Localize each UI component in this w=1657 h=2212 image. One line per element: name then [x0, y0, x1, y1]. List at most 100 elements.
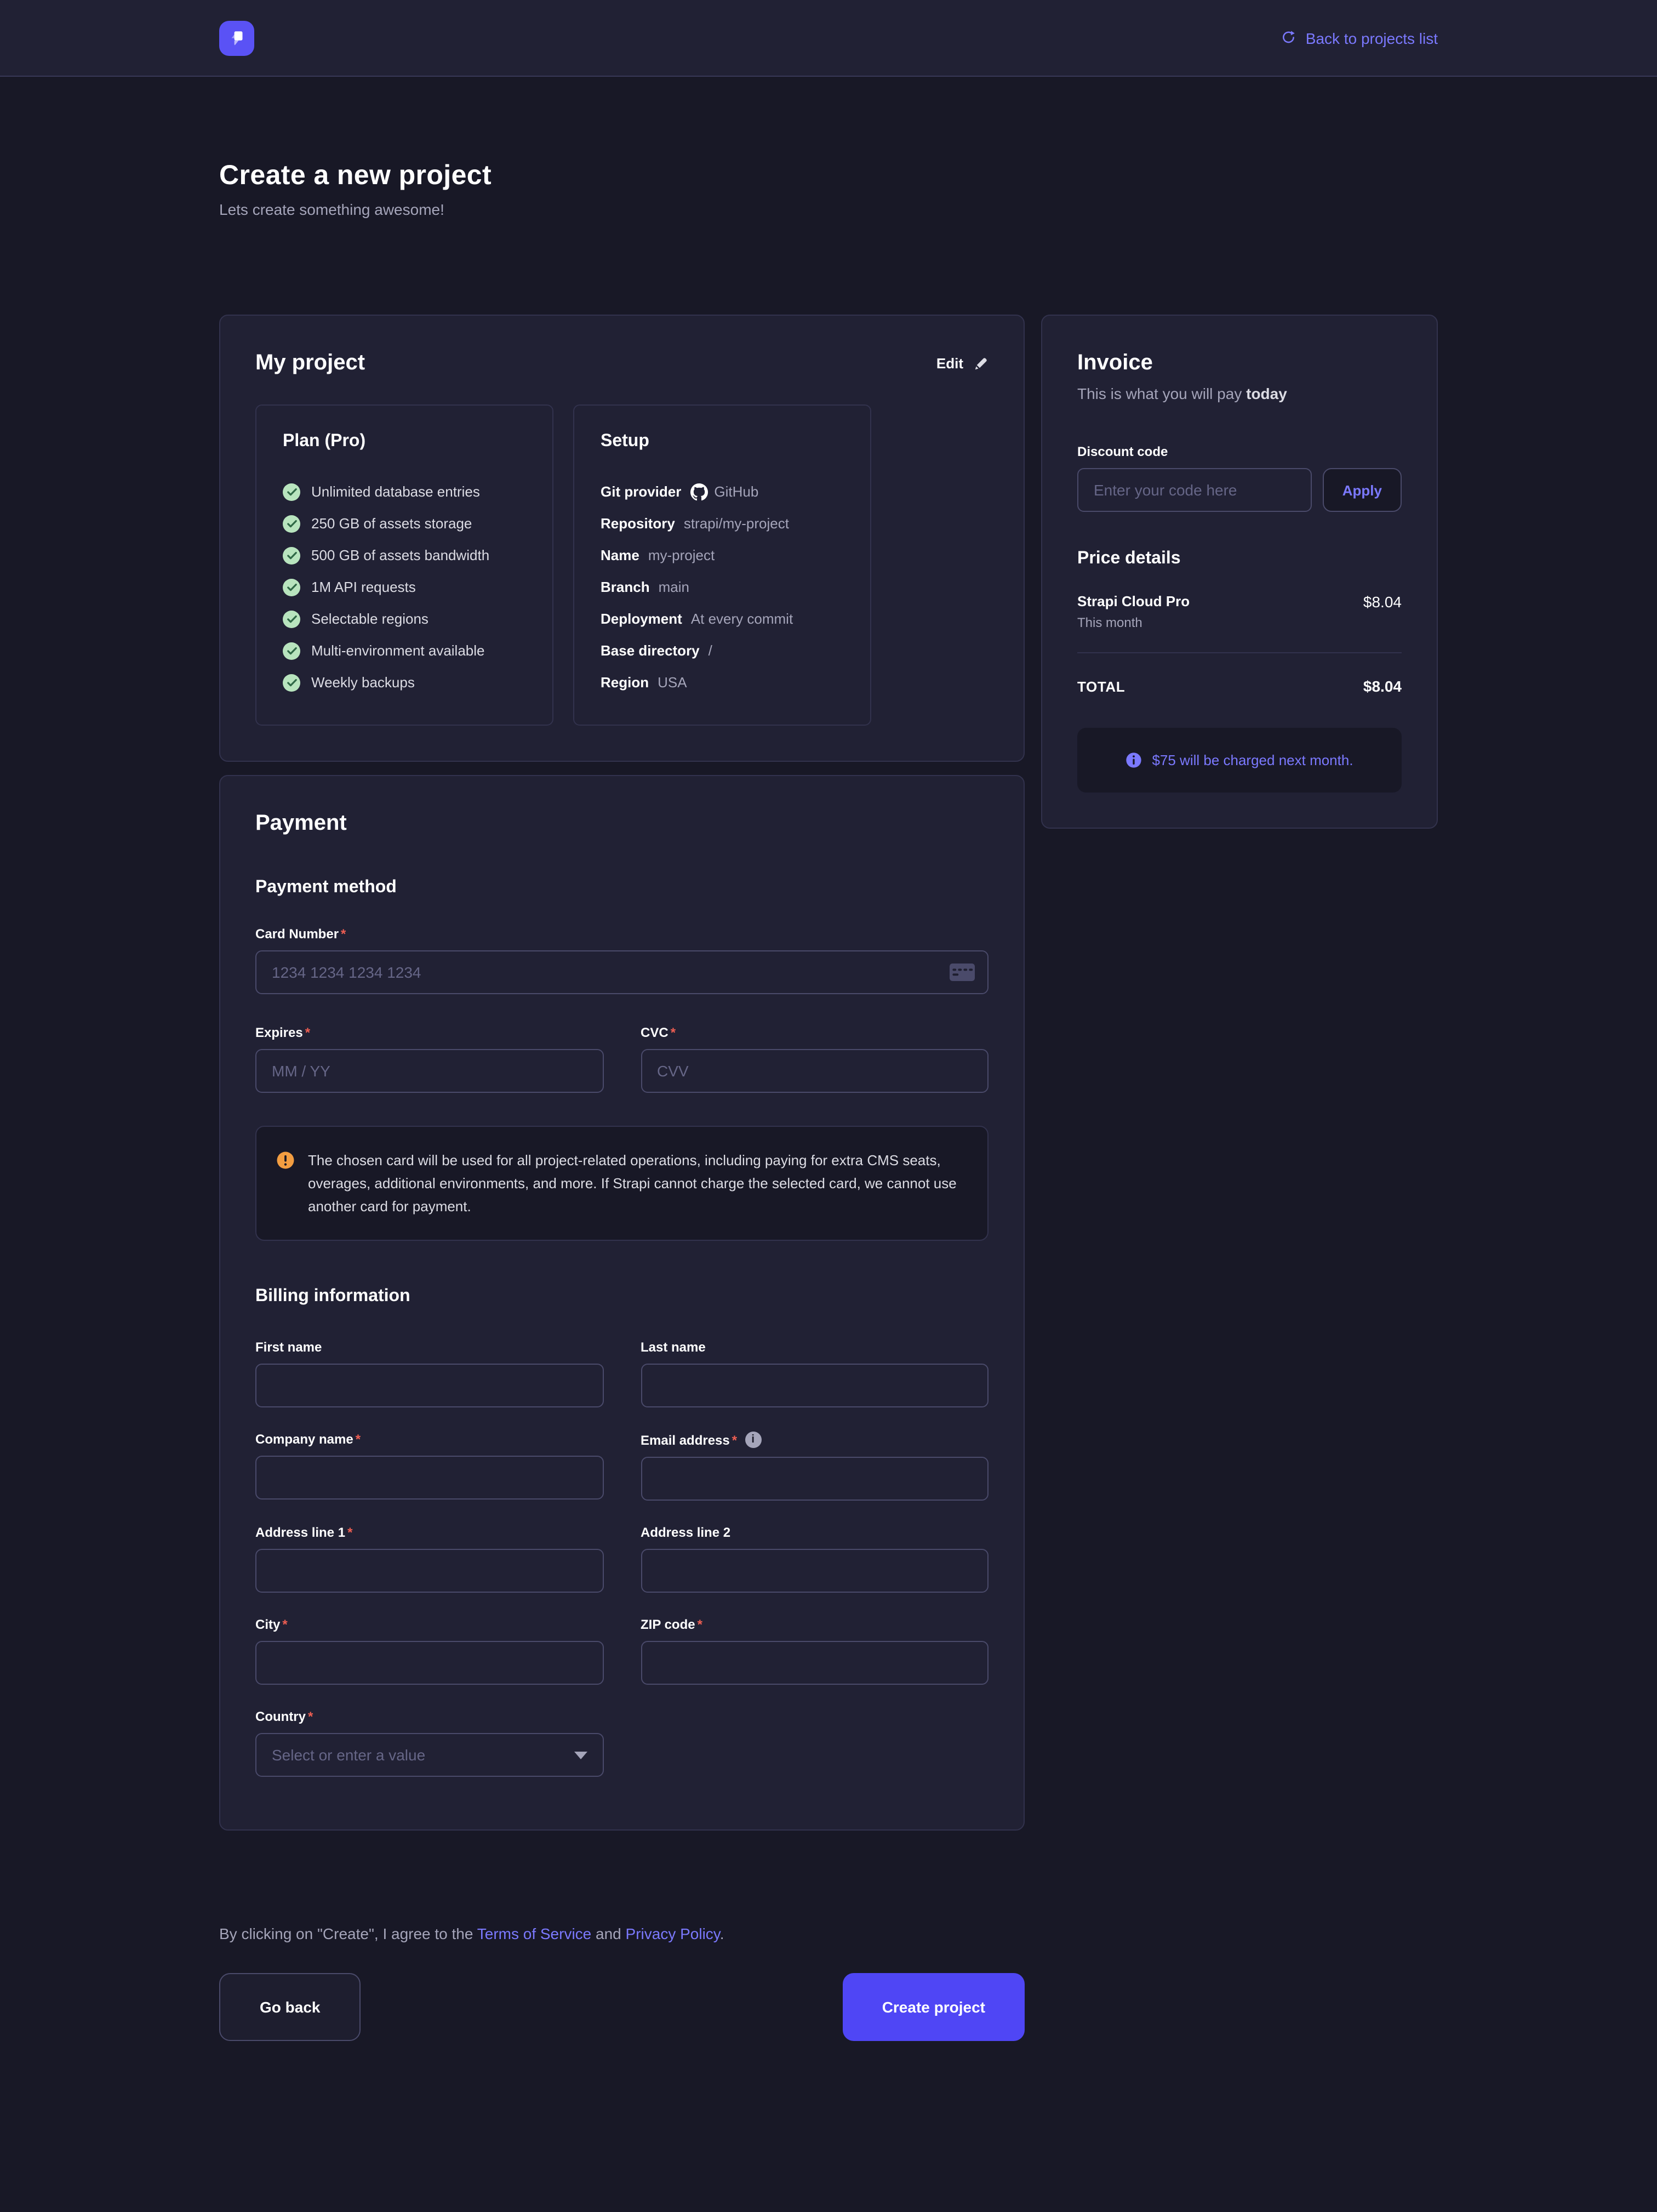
invoice-subtitle-emphasis: today: [1246, 385, 1287, 402]
price-details-title: Price details: [1077, 549, 1402, 569]
city-input[interactable]: [255, 1641, 603, 1685]
city-field: City*: [255, 1617, 603, 1685]
setup-value: my-project: [648, 547, 715, 563]
address-line2-input[interactable]: [641, 1549, 989, 1593]
terms-of-service-link[interactable]: Terms of Service: [477, 1925, 592, 1942]
check-icon: [283, 515, 300, 532]
agreement-text: By clicking on "Create", I agree to the …: [219, 1925, 1025, 1942]
next-month-note-text: $75 will be charged next month.: [1152, 752, 1353, 768]
city-label: City: [255, 1617, 280, 1632]
company-name-label: Company name: [255, 1432, 353, 1447]
create-project-button[interactable]: Create project: [843, 1973, 1025, 2041]
card-usage-notice: The chosen card will be used for all pro…: [255, 1126, 989, 1241]
required-asterisk: *: [308, 1709, 313, 1724]
address-line1-label: Address line 1: [255, 1525, 345, 1540]
address-line1-input[interactable]: [255, 1549, 603, 1593]
total-label: TOTAL: [1077, 678, 1125, 694]
required-asterisk: *: [356, 1432, 361, 1447]
setup-row-branch: Branch main: [601, 571, 844, 603]
plan-feature: 250 GB of assets storage: [283, 508, 526, 539]
back-link-label: Back to projects list: [1306, 29, 1438, 47]
plan-box: Plan (Pro) Unlimited database entries 25…: [255, 404, 553, 726]
line-item-period: This month: [1077, 615, 1190, 630]
plan-feature: Weekly backups: [283, 666, 526, 698]
agreement-middle: and: [591, 1925, 625, 1942]
setup-value: strapi/my-project: [684, 515, 789, 532]
plan-feature: Multi-environment available: [283, 635, 526, 666]
plan-feature-label: Unlimited database entries: [311, 483, 480, 500]
required-asterisk: *: [698, 1617, 702, 1632]
plan-feature-label: Multi-environment available: [311, 642, 485, 659]
edit-button-label: Edit: [936, 355, 963, 372]
line-item-amount: $8.04: [1363, 593, 1402, 611]
country-label: Country: [255, 1709, 306, 1724]
card-number-label: Card Number: [255, 926, 339, 942]
page-subtitle: Lets create something awesome!: [219, 201, 1438, 218]
email-field: Email address* i: [641, 1432, 989, 1501]
first-name-field: First name: [255, 1339, 603, 1407]
edit-project-button[interactable]: Edit: [936, 355, 989, 372]
plan-feature: 500 GB of assets bandwidth: [283, 539, 526, 571]
company-name-input[interactable]: [255, 1456, 603, 1500]
last-name-input[interactable]: [641, 1364, 989, 1407]
card-usage-notice-text: The chosen card will be used for all pro…: [308, 1149, 961, 1218]
plan-feature: Unlimited database entries: [283, 476, 526, 508]
setup-row-deployment: Deployment At every commit: [601, 603, 844, 635]
credit-card-icon: [949, 963, 975, 982]
footer-actions: Go back Create project: [219, 1973, 1025, 2041]
go-back-button[interactable]: Go back: [219, 1973, 361, 2041]
required-asterisk: *: [305, 1025, 310, 1040]
invoice-card: Invoice This is what you will pay today …: [1041, 315, 1438, 829]
expires-label: Expires: [255, 1025, 303, 1040]
info-icon: [1125, 752, 1142, 768]
setup-value: main: [659, 579, 689, 595]
setup-value: GitHub: [714, 483, 758, 500]
company-name-field: Company name*: [255, 1432, 603, 1501]
apply-discount-button[interactable]: Apply: [1323, 468, 1402, 512]
address-line2-label: Address line 2: [641, 1525, 730, 1540]
card-number-input[interactable]: [255, 950, 989, 994]
address-line2-field: Address line 2: [641, 1525, 989, 1593]
country-select-placeholder: Select or enter a value: [272, 1746, 425, 1764]
plan-feature-label: 1M API requests: [311, 579, 416, 595]
last-name-field: Last name: [641, 1339, 989, 1407]
setup-row-name: Name my-project: [601, 539, 844, 571]
expires-field: Expires*: [255, 1025, 603, 1093]
line-item-name: Strapi Cloud Pro: [1077, 593, 1190, 609]
agreement-suffix: .: [720, 1925, 724, 1942]
zip-code-input[interactable]: [641, 1641, 989, 1685]
discount-code-input[interactable]: [1077, 468, 1312, 512]
cvc-input[interactable]: [641, 1049, 989, 1093]
strapi-cloud-logo[interactable]: [219, 20, 254, 55]
back-to-projects-link[interactable]: Back to projects list: [1281, 29, 1438, 47]
check-icon: [283, 674, 300, 691]
strapi-logo-icon: [226, 27, 247, 48]
plan-feature-label: Weekly backups: [311, 674, 415, 691]
country-select[interactable]: Select or enter a value: [255, 1733, 603, 1777]
privacy-policy-link[interactable]: Privacy Policy: [626, 1925, 720, 1942]
required-asterisk: *: [347, 1525, 352, 1540]
invoice-line-item: Strapi Cloud Pro This month $8.04: [1077, 593, 1402, 630]
top-bar: Back to projects list: [0, 0, 1657, 77]
discount-code-label: Discount code: [1077, 444, 1402, 459]
page-title: Create a new project: [219, 160, 1438, 192]
plan-title: Plan (Pro): [283, 432, 526, 452]
setup-label: Base directory: [601, 642, 700, 659]
setup-value: /: [708, 642, 712, 659]
zip-code-label: ZIP code: [641, 1617, 695, 1632]
cvc-field: CVC*: [641, 1025, 989, 1093]
expires-input[interactable]: [255, 1049, 603, 1093]
setup-box: Setup Git provider GitHub Repository s: [573, 404, 871, 726]
check-icon: [283, 642, 300, 659]
required-asterisk: *: [341, 926, 346, 942]
invoice-divider: [1077, 652, 1402, 653]
check-icon: [283, 610, 300, 628]
chevron-down-icon: [574, 1751, 587, 1759]
setup-label: Deployment: [601, 611, 682, 627]
setup-row-repository: Repository strapi/my-project: [601, 508, 844, 539]
email-input[interactable]: [641, 1457, 989, 1501]
email-info-icon[interactable]: i: [745, 1432, 761, 1448]
country-field: Country* Select or enter a value: [255, 1709, 603, 1777]
first-name-input[interactable]: [255, 1364, 603, 1407]
back-arrow-icon: [1281, 30, 1297, 46]
